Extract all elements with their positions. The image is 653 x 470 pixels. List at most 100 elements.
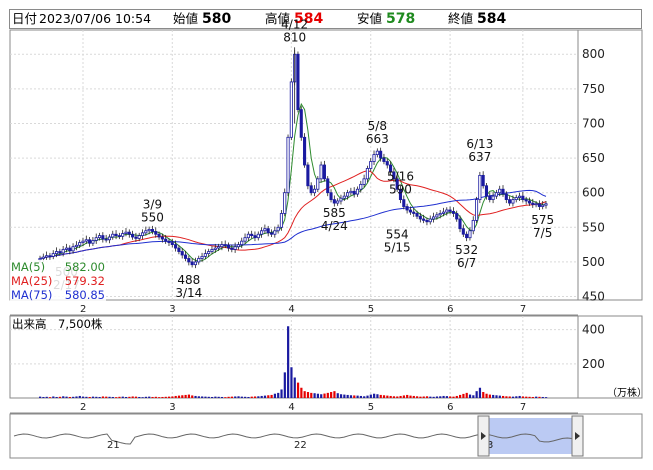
- candle-body: [544, 203, 548, 206]
- ma25-value: 579.32: [64, 274, 105, 288]
- volume-bar: [260, 395, 263, 398]
- volume-bar: [184, 394, 187, 398]
- candle-body: [359, 183, 363, 190]
- volume-bar: [359, 395, 362, 398]
- candle-body: [455, 213, 459, 220]
- candle-body: [61, 249, 65, 254]
- price-tick-label: 750: [582, 82, 605, 96]
- candle-body: [243, 237, 247, 242]
- volume-bar: [48, 397, 52, 398]
- volume-bar: [287, 326, 290, 398]
- volume-bar: [472, 395, 475, 398]
- candle-body: [250, 233, 254, 237]
- candle-body: [484, 185, 489, 197]
- candle-body: [372, 154, 376, 162]
- volume-bar: [144, 396, 148, 398]
- candle-body: [425, 219, 429, 223]
- volume-bar: [545, 397, 548, 398]
- candle-body: [438, 213, 442, 216]
- volume-bar: [191, 395, 194, 398]
- volume-bar: [154, 396, 157, 398]
- volume-bar: [293, 377, 296, 398]
- volume-bar: [267, 395, 270, 398]
- volume-bar: [502, 395, 505, 398]
- volume-bar: [290, 367, 293, 398]
- candle-body: [468, 230, 472, 239]
- volume-bar: [505, 396, 508, 398]
- volume-bar: [468, 394, 472, 398]
- candle-body: [451, 210, 455, 214]
- volume-bar: [280, 389, 283, 398]
- candle-body: [524, 199, 528, 202]
- price-tick-label: 550: [582, 220, 605, 234]
- candle-body: [233, 246, 237, 250]
- candle-body: [511, 199, 515, 204]
- volume-bar: [201, 396, 204, 398]
- candle-body: [461, 228, 465, 235]
- ma75-legend: MA(75) 580.85: [10, 288, 106, 302]
- candle-body: [346, 192, 350, 197]
- volume-bar: [462, 393, 465, 398]
- candle-body: [88, 239, 92, 244]
- candle-body: [296, 53, 300, 111]
- volume-bar: [498, 395, 501, 398]
- candle-body: [474, 199, 479, 221]
- volume-bar: [508, 396, 511, 398]
- price-tick-label: 500: [582, 255, 605, 269]
- candle-body: [501, 188, 505, 195]
- volume-bar: [435, 396, 439, 398]
- candle-body: [478, 174, 482, 201]
- candle-body: [537, 203, 541, 207]
- volume-bar: [425, 396, 429, 398]
- volume-bar: [488, 394, 491, 398]
- volume-bar: [207, 396, 210, 398]
- candle-body: [54, 251, 59, 255]
- volume-bar: [495, 395, 498, 398]
- candle-body: [97, 235, 102, 239]
- volume-bar: [515, 396, 518, 398]
- volume-bar: [167, 396, 171, 398]
- candle-body: [339, 197, 343, 202]
- candle-body: [514, 197, 518, 201]
- volume-bar: [81, 396, 85, 398]
- candle-body: [246, 233, 250, 239]
- volume-bar: [521, 396, 525, 398]
- price-annotation: 6/7: [457, 256, 476, 270]
- candle-body: [418, 215, 422, 220]
- volume-bar: [230, 396, 234, 398]
- candle-body: [48, 255, 52, 258]
- candle-body: [312, 188, 317, 194]
- volume-bar: [379, 394, 382, 398]
- candle-body: [494, 192, 498, 197]
- candle-body: [316, 178, 320, 190]
- volume-bar: [492, 394, 495, 398]
- price-annotation: 3/9: [143, 197, 162, 211]
- price-annotation: 5/8: [368, 119, 387, 133]
- candle-body: [385, 161, 389, 166]
- volume-bar: [336, 393, 339, 398]
- volume-frame-rect: [9, 315, 643, 399]
- candle-body: [369, 161, 373, 169]
- price-annotation: 5/16: [387, 170, 414, 184]
- candle-body: [266, 228, 270, 234]
- volume-unit: （万株）: [607, 388, 647, 399]
- volume-bar: [124, 396, 128, 398]
- volume-bar: [128, 396, 131, 398]
- price-tick-label: 800: [582, 47, 605, 61]
- volume-bar: [78, 395, 81, 398]
- candle-body: [521, 195, 525, 201]
- candle-body: [435, 214, 439, 218]
- candle-body: [127, 231, 131, 235]
- volume-bar: [310, 392, 313, 398]
- candle-body: [260, 230, 264, 235]
- volume-title: 出来高 7,500株: [12, 317, 103, 331]
- candle-body: [193, 261, 197, 266]
- volume-bar: [177, 395, 181, 398]
- volume-bar: [363, 396, 366, 398]
- volume-bar: [439, 396, 442, 398]
- price-annotation: 532: [455, 243, 478, 257]
- volume-bar: [171, 396, 174, 398]
- candle-body: [415, 213, 419, 217]
- volume-tick-label: 200: [582, 357, 605, 371]
- volume-bar: [273, 393, 277, 398]
